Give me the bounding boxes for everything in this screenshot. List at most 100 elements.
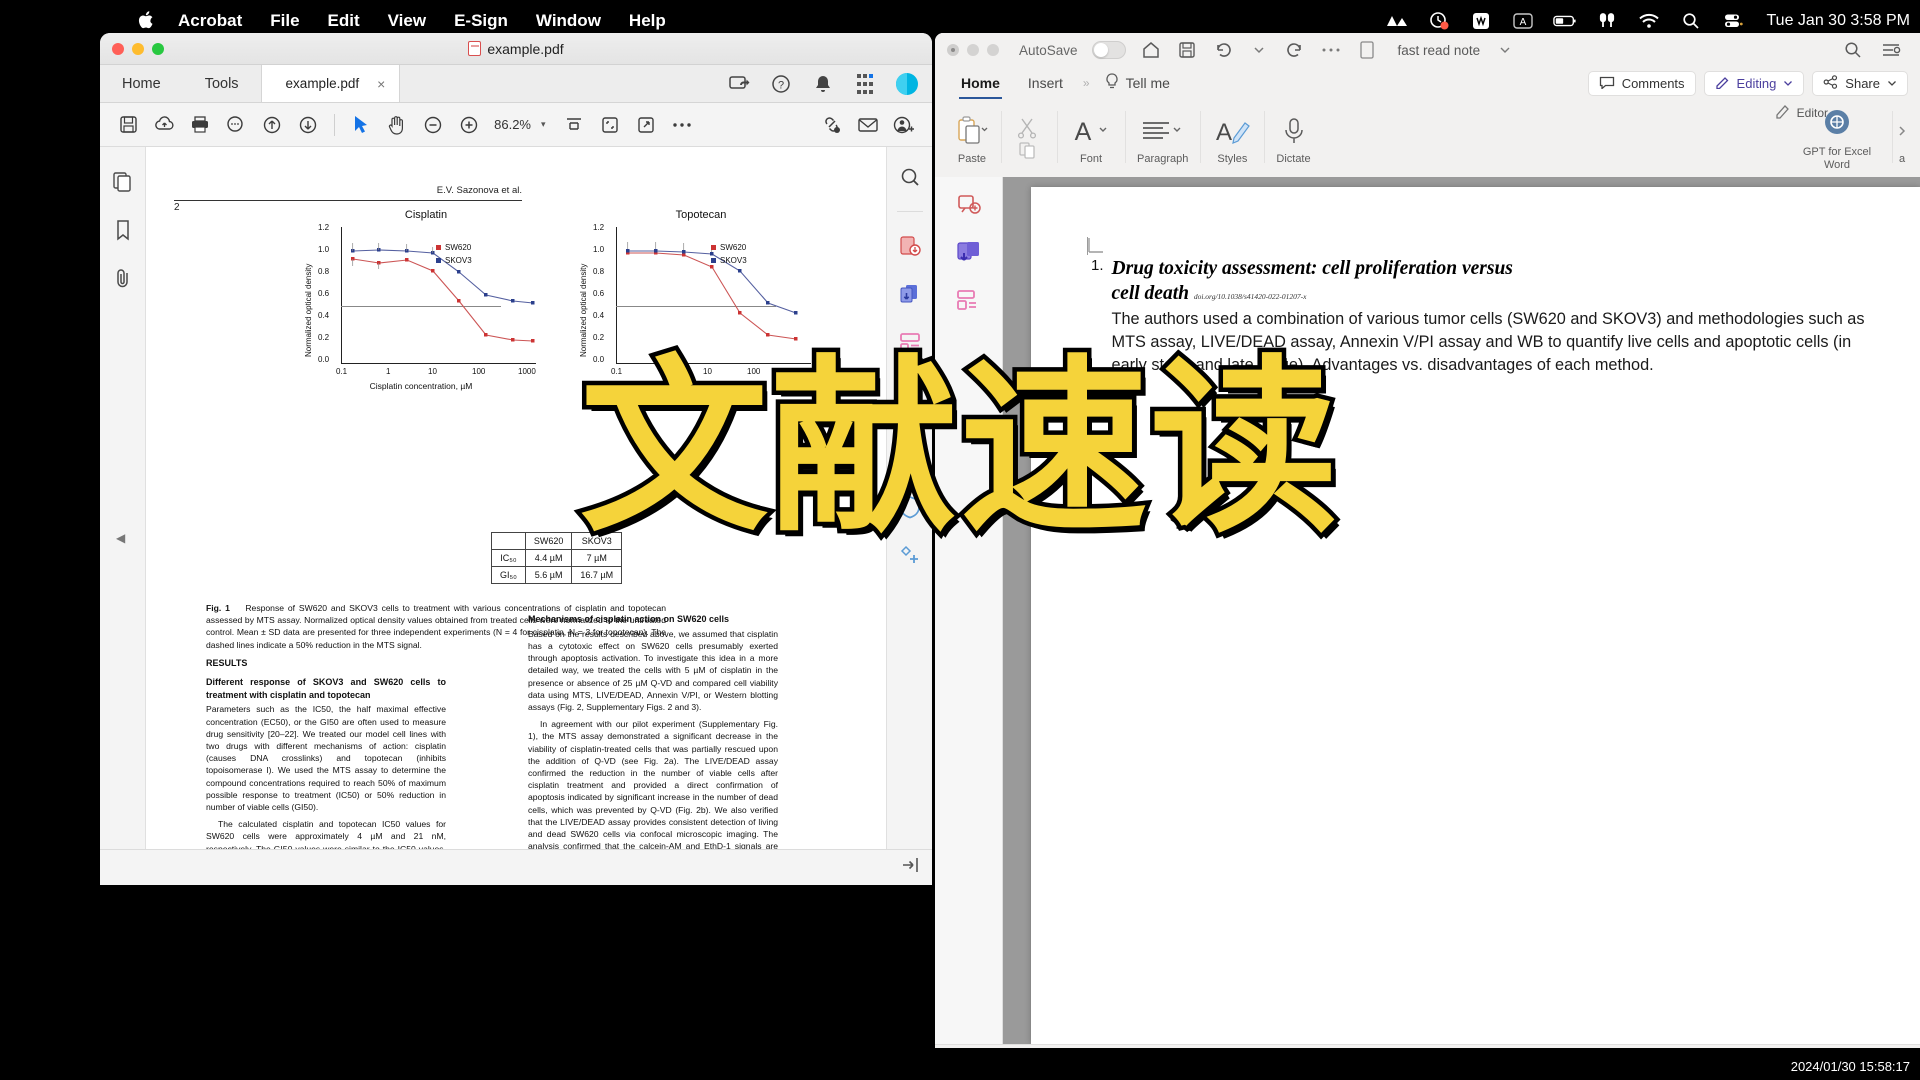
home-icon[interactable] bbox=[1140, 39, 1162, 61]
ribbon-toggle-icon[interactable] bbox=[1880, 39, 1902, 61]
save-icon[interactable] bbox=[1176, 39, 1198, 61]
ribbon-overflow-icon[interactable]: » bbox=[1077, 76, 1096, 90]
redo-icon[interactable] bbox=[1284, 39, 1306, 61]
document-filename[interactable]: fast read note bbox=[1398, 43, 1481, 58]
app-grid-icon[interactable] bbox=[854, 73, 876, 95]
ribbon-group-label: Font bbox=[1079, 153, 1102, 165]
add-person-icon[interactable] bbox=[886, 108, 922, 142]
chevron-down-icon[interactable] bbox=[1248, 39, 1270, 61]
table-header-row: SW620 SKOV3 bbox=[491, 532, 623, 550]
ribbon-overflow[interactable]: a bbox=[1892, 101, 1912, 177]
pdf-page-viewport[interactable]: E.V. Sazonova et al. 2 Cisplatin Normali… bbox=[146, 147, 886, 885]
ribbon-group-styles[interactable]: A Styles bbox=[1200, 101, 1264, 177]
more-icon[interactable] bbox=[1320, 39, 1342, 61]
save-icon[interactable] bbox=[110, 108, 146, 142]
layout-icon[interactable] bbox=[954, 287, 984, 315]
input-source-A-icon[interactable]: A bbox=[1511, 9, 1535, 33]
ribbon-group-paragraph[interactable]: Paragraph bbox=[1125, 101, 1200, 177]
chevron-down-icon[interactable]: ▾ bbox=[535, 119, 556, 130]
import-pdf-icon[interactable] bbox=[954, 239, 984, 267]
search-icon[interactable] bbox=[1679, 9, 1703, 33]
wifi-icon[interactable] bbox=[1637, 9, 1661, 33]
maximize-button[interactable] bbox=[987, 44, 999, 56]
zoom-in-icon[interactable] bbox=[451, 108, 487, 142]
ytick: 0.6 bbox=[318, 289, 330, 298]
chart-panel-cisplatin: Cisplatin Normalized optical density 1.2… bbox=[296, 209, 556, 391]
zoom-out-icon[interactable] bbox=[415, 108, 451, 142]
ribbon-group-font[interactable]: A Font bbox=[1057, 101, 1125, 177]
export-pdf-icon[interactable] bbox=[896, 232, 924, 260]
hand-tool-icon[interactable] bbox=[379, 108, 415, 142]
chart-ylabel-cisplatin: Normalized optical density bbox=[304, 263, 313, 357]
cloud-save-icon[interactable] bbox=[146, 108, 182, 142]
tell-me-button[interactable]: Tell me bbox=[1096, 72, 1178, 94]
tell-me-label: Tell me bbox=[1125, 75, 1170, 91]
fit-page-icon[interactable] bbox=[592, 108, 628, 142]
next-page-icon[interactable] bbox=[290, 108, 326, 142]
print-icon[interactable] bbox=[182, 108, 218, 142]
tab-home[interactable]: Home bbox=[947, 68, 1014, 99]
acrobat-body: ◀ E.V. Sazonova et al. 2 Cisplatin Norma… bbox=[100, 147, 932, 885]
minimize-button[interactable] bbox=[967, 44, 979, 56]
search-text-icon[interactable] bbox=[218, 108, 254, 142]
edit-pdf-icon[interactable] bbox=[896, 424, 924, 452]
search-icon[interactable] bbox=[896, 163, 924, 191]
tab-home-label: Home bbox=[122, 75, 161, 92]
ytick: 0.2 bbox=[318, 333, 330, 342]
comments-button[interactable]: Comments bbox=[1587, 70, 1696, 96]
mountains-icon[interactable] bbox=[1385, 9, 1409, 33]
fit-width-icon[interactable] bbox=[556, 108, 592, 142]
apple-logo-icon[interactable] bbox=[138, 9, 158, 33]
previous-page-icon[interactable] bbox=[254, 108, 290, 142]
select-cursor-icon[interactable] bbox=[343, 108, 379, 142]
collapse-rail-icon[interactable]: ◀ bbox=[116, 531, 125, 545]
undo-icon[interactable] bbox=[1212, 39, 1234, 61]
tab-document[interactable]: example.pdf × bbox=[260, 65, 401, 102]
control-center-icon[interactable] bbox=[1721, 9, 1745, 33]
avatar[interactable] bbox=[896, 72, 918, 95]
xtick: 1 bbox=[386, 367, 391, 376]
ribbon-group-dictate[interactable]: Dictate bbox=[1264, 101, 1322, 177]
comment-icon[interactable] bbox=[896, 376, 924, 404]
airpods-icon[interactable] bbox=[1595, 9, 1619, 33]
word-page[interactable]: 1. Drug toxicity assessment: cell prolif… bbox=[1031, 187, 1920, 1044]
menubar-clock[interactable]: Tue Jan 30 3:58 PM bbox=[1763, 12, 1911, 30]
bookmarks-icon[interactable] bbox=[110, 217, 136, 243]
ribbon-group-paste[interactable]: Paste bbox=[943, 101, 1001, 177]
tab-close-icon[interactable]: × bbox=[377, 76, 385, 92]
protect-icon[interactable] bbox=[896, 493, 924, 521]
link-icon[interactable] bbox=[814, 108, 850, 142]
editing-mode-button[interactable]: Editing bbox=[1703, 70, 1805, 96]
create-pdf-icon[interactable] bbox=[896, 280, 924, 308]
autosave-toggle[interactable] bbox=[1091, 41, 1126, 59]
search-icon[interactable] bbox=[1842, 39, 1864, 61]
chevron-down-icon[interactable] bbox=[1494, 39, 1516, 61]
wechat-icon[interactable] bbox=[1469, 9, 1493, 33]
close-button[interactable] bbox=[947, 44, 959, 56]
share-button[interactable]: Share bbox=[1812, 70, 1908, 96]
mail-icon[interactable] bbox=[850, 108, 886, 142]
chart-title-cisplatin: Cisplatin bbox=[404, 209, 448, 221]
more-icon[interactable] bbox=[664, 108, 700, 142]
fullscreen-icon[interactable] bbox=[628, 108, 664, 142]
doc-heading-line2-wrap: cell death doi.org/10.1038/s41420-022-01… bbox=[1112, 282, 1880, 307]
bell-icon[interactable] bbox=[812, 73, 834, 95]
tab-insert[interactable]: Insert bbox=[1014, 68, 1077, 98]
organize-pages-icon[interactable] bbox=[896, 328, 924, 356]
clock-badge-icon[interactable] bbox=[1427, 9, 1451, 33]
share-screen-icon[interactable] bbox=[728, 73, 750, 95]
zoom-level-value[interactable]: 86.2% bbox=[487, 117, 535, 132]
page-thumbnails-icon[interactable] bbox=[110, 169, 136, 195]
help-icon[interactable]: ? bbox=[770, 73, 792, 95]
ribbon-group-gpt[interactable]: GPT for Excel Word bbox=[1782, 101, 1892, 177]
ribbon-group-cut-copy[interactable] bbox=[1001, 101, 1057, 177]
panel-toggle-icon[interactable] bbox=[900, 855, 932, 880]
more-tools-icon[interactable] bbox=[896, 541, 924, 569]
tab-tools[interactable]: Tools bbox=[183, 65, 261, 102]
legend-label-skov3: SKOV3 bbox=[445, 256, 472, 265]
battery-icon[interactable] bbox=[1552, 9, 1577, 33]
list-number: 1. bbox=[1091, 257, 1104, 274]
tab-home[interactable]: Home bbox=[100, 65, 183, 102]
comment-add-icon[interactable] bbox=[954, 191, 984, 219]
attachments-icon[interactable] bbox=[110, 265, 136, 291]
